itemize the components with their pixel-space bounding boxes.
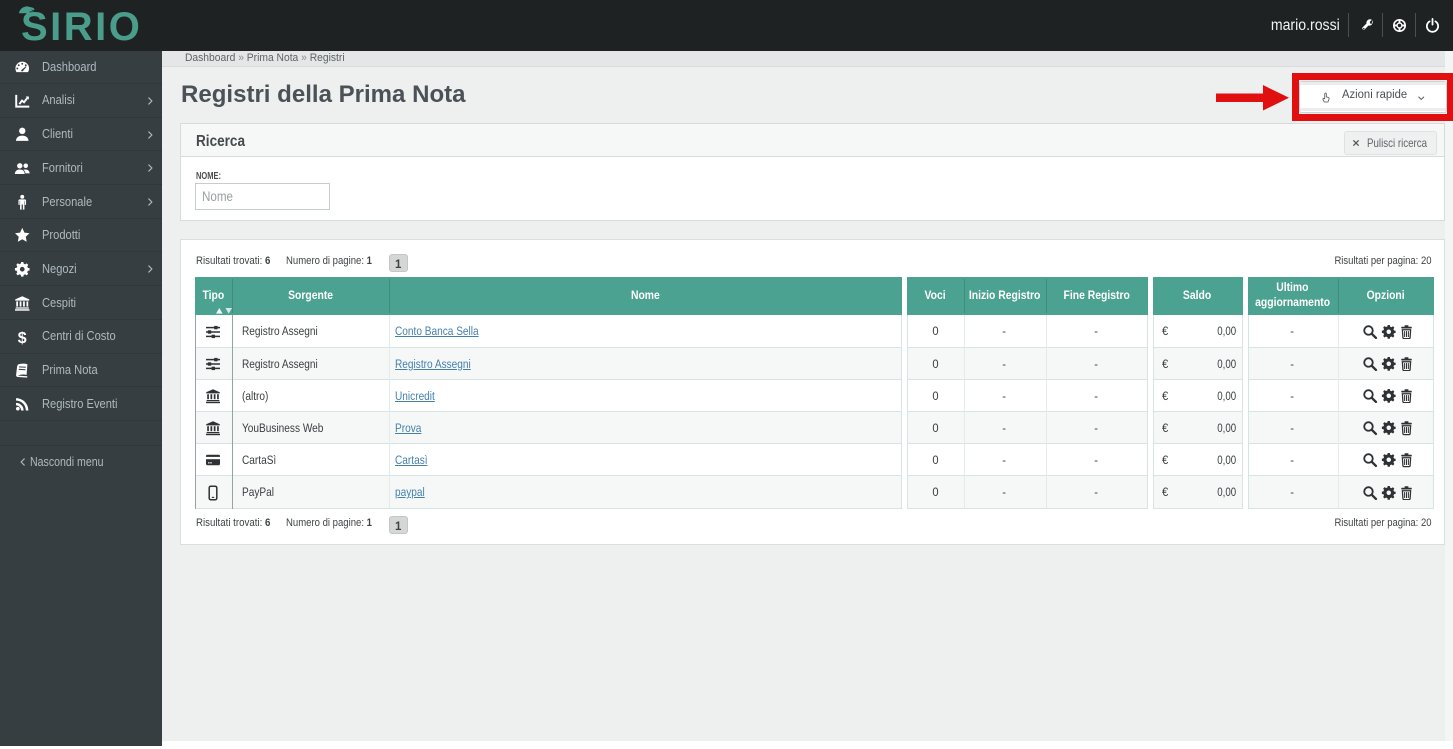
svg-text:$: $: [18, 329, 27, 345]
